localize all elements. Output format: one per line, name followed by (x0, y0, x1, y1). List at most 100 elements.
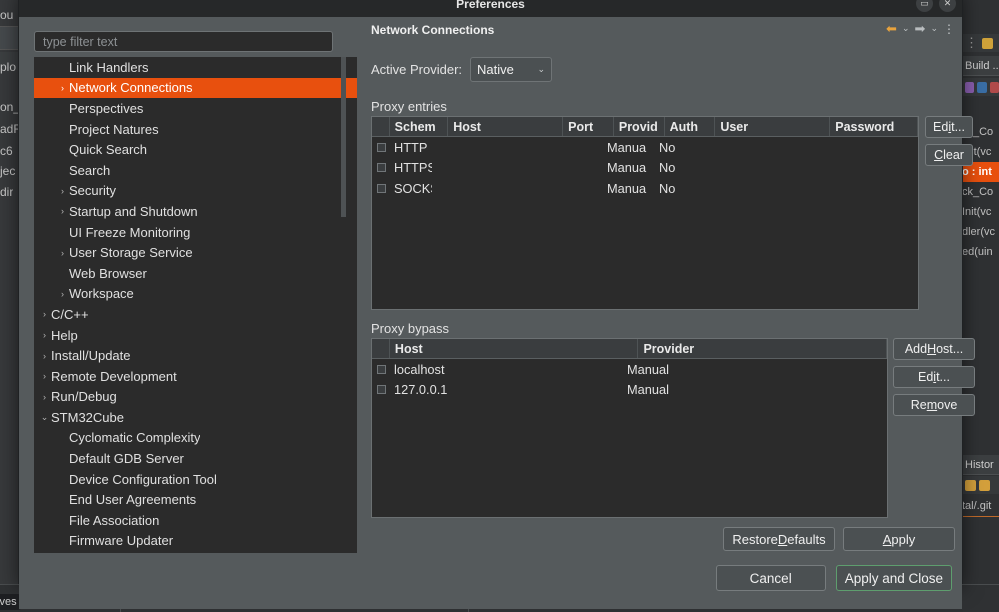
new-file-icon[interactable] (982, 38, 993, 49)
row-checkbox[interactable] (377, 385, 386, 394)
column-header-provid[interactable]: Provid (614, 117, 665, 136)
tree-item-stm32cube[interactable]: ⌄STM32Cube (34, 407, 357, 428)
restore-defaults-button[interactable]: Restore Defaults (723, 527, 835, 551)
kebab-icon[interactable]: ⋮ (965, 35, 979, 51)
build-icon[interactable] (977, 82, 986, 93)
close-icon[interactable]: ✕ (939, 0, 956, 12)
tree-item-ui-freeze-monitoring[interactable]: UI Freeze Monitoring (34, 222, 357, 243)
cell-provider: Manua (602, 160, 654, 175)
chevron-right-icon[interactable]: › (38, 351, 51, 361)
tree-scrollbar-thumb[interactable] (341, 57, 346, 217)
cell-host: localhost (389, 362, 622, 377)
cell-scheme: HTTP (389, 140, 432, 155)
forward-arrow-icon[interactable]: ➡ (915, 22, 926, 35)
ide-text-fragment: jec (0, 164, 15, 178)
ide-history-panel-title: Histor (962, 455, 999, 475)
chevron-down-icon[interactable]: ⌄ (38, 412, 51, 423)
active-provider-select[interactable]: Native ⌄ (470, 57, 552, 82)
forward-dropdown-icon[interactable]: ⌄ (930, 23, 938, 34)
apply-button[interactable]: Apply (843, 527, 955, 551)
chevron-right-icon[interactable]: › (56, 248, 69, 258)
proxy-edit-button[interactable]: Edit... (925, 116, 973, 138)
tree-item-c-c[interactable]: ›C/C++ (34, 304, 357, 325)
row-checkbox[interactable] (377, 365, 386, 374)
table-row[interactable]: 127.0.0.1Manual (372, 380, 887, 401)
chevron-right-icon[interactable]: › (56, 83, 69, 93)
tree-item-label: Link Handlers (69, 60, 149, 75)
table-row[interactable]: HTTPManuaNo (372, 137, 918, 158)
row-checkbox[interactable] (377, 163, 386, 172)
chevron-right-icon[interactable]: › (38, 371, 51, 381)
titlebar-buttons: ▭ ✕ (916, 0, 956, 12)
ide-build-toolbar[interactable] (962, 78, 999, 96)
bypass-edit-button[interactable]: Edit... (893, 366, 975, 388)
tree-item-perspectives[interactable]: Perspectives (34, 98, 357, 119)
tree-scrollbar[interactable] (341, 57, 346, 556)
filter-input[interactable]: type filter text (34, 31, 333, 52)
tree-item-startup-and-shutdown[interactable]: ›Startup and Shutdown (34, 201, 357, 222)
kebab-menu-icon[interactable]: ⋮ (943, 23, 955, 35)
tree-item-project-natures[interactable]: Project Natures (34, 119, 357, 140)
chevron-right-icon[interactable]: › (56, 289, 69, 299)
tree-item-link-handlers[interactable]: Link Handlers (34, 57, 357, 78)
proxy-bypass-table[interactable]: HostProvider localhostManual127.0.0.1Man… (371, 338, 888, 518)
cell-auth: No (654, 140, 706, 155)
chevron-right-icon[interactable]: › (38, 392, 51, 402)
ide-right-panels: ⋮ Build .. ck_Co Init(vc o : int ck_Co I… (962, 0, 999, 612)
table-row[interactable]: localhostManual (372, 359, 887, 380)
proxy-entries-table[interactable]: SchemHostPortProvidAuthUserPassword HTTP… (371, 116, 919, 310)
column-header-schem[interactable]: Schem (390, 117, 449, 136)
stop-icon[interactable] (990, 82, 999, 93)
apply-and-close-button[interactable]: Apply and Close (836, 565, 952, 591)
table-row[interactable]: HTTPSManuaNo (372, 158, 918, 179)
chevron-right-icon[interactable]: › (56, 206, 69, 216)
column-header-user[interactable]: User (715, 117, 830, 136)
table-row[interactable]: SOCKSManuaNo (372, 178, 918, 199)
tree-item-label: Security (69, 183, 116, 198)
tree-item-web-browser[interactable]: Web Browser (34, 263, 357, 284)
preferences-tree[interactable]: Link Handlers ›Network ConnectionsPerspec… (34, 57, 357, 556)
tree-item-install-update[interactable]: ›Install/Update (34, 345, 357, 366)
column-header-password[interactable]: Password (830, 117, 918, 136)
tree-item-network-connections[interactable]: ›Network Connections (34, 78, 357, 99)
row-checkbox[interactable] (377, 143, 386, 152)
back-dropdown-icon[interactable]: ⌄ (902, 23, 910, 34)
proxy-entries-body[interactable]: HTTPManuaNoHTTPSManuaNoSOCKSManuaNo (372, 137, 918, 199)
tree-item-user-storage-service[interactable]: ›User Storage Service (34, 242, 357, 263)
ide-panel-toolbar[interactable]: ⋮ (962, 34, 999, 52)
chevron-right-icon[interactable]: › (56, 186, 69, 196)
add-host-button[interactable]: Add Host... (893, 338, 975, 360)
compare-icon[interactable] (979, 480, 990, 491)
chevron-right-icon[interactable]: › (38, 309, 51, 319)
proxy-clear-button[interactable]: Clear (925, 144, 973, 166)
tree-item-quick-search[interactable]: Quick Search (34, 139, 357, 160)
tree-item-cyclomatic-complexity[interactable]: Cyclomatic Complexity (34, 428, 357, 449)
ide-history-toolbar[interactable] (962, 476, 999, 494)
column-header-provider[interactable]: Provider (638, 339, 887, 358)
tree-item-search[interactable]: Search (34, 160, 357, 181)
tree-item-label: Help (51, 328, 78, 343)
tree-item-help[interactable]: ›Help (34, 325, 357, 346)
restore-icon[interactable]: ▭ (916, 0, 933, 12)
tree-item-remote-development[interactable]: ›Remote Development (34, 366, 357, 387)
column-header-host[interactable]: Host (390, 339, 639, 358)
tree-item-end-user-agreements[interactable]: End User Agreements (34, 489, 357, 510)
column-header-auth[interactable]: Auth (665, 117, 716, 136)
proxy-bypass-body[interactable]: localhostManual127.0.0.1Manual (372, 359, 887, 400)
tree-item-default-gdb-server[interactable]: Default GDB Server (34, 448, 357, 469)
debug-icon[interactable] (965, 82, 974, 93)
tree-item-device-configuration-tool[interactable]: Device Configuration Tool (34, 469, 357, 490)
tree-item-run-debug[interactable]: ›Run/Debug (34, 387, 357, 408)
back-arrow-icon[interactable]: ➡ (886, 22, 897, 35)
refresh-icon[interactable] (965, 480, 976, 491)
tree-item-firmware-updater[interactable]: Firmware Updater (34, 531, 357, 552)
column-header-port[interactable]: Port (563, 117, 614, 136)
row-checkbox[interactable] (377, 184, 386, 193)
column-header-host[interactable]: Host (448, 117, 563, 136)
cancel-button[interactable]: Cancel (716, 565, 826, 591)
tree-item-file-association[interactable]: File Association (34, 510, 357, 531)
tree-item-workspace[interactable]: ›Workspace (34, 284, 357, 305)
chevron-right-icon[interactable]: › (38, 330, 51, 340)
tree-item-security[interactable]: ›Security (34, 181, 357, 202)
bypass-remove-button[interactable]: Remove (893, 394, 975, 416)
